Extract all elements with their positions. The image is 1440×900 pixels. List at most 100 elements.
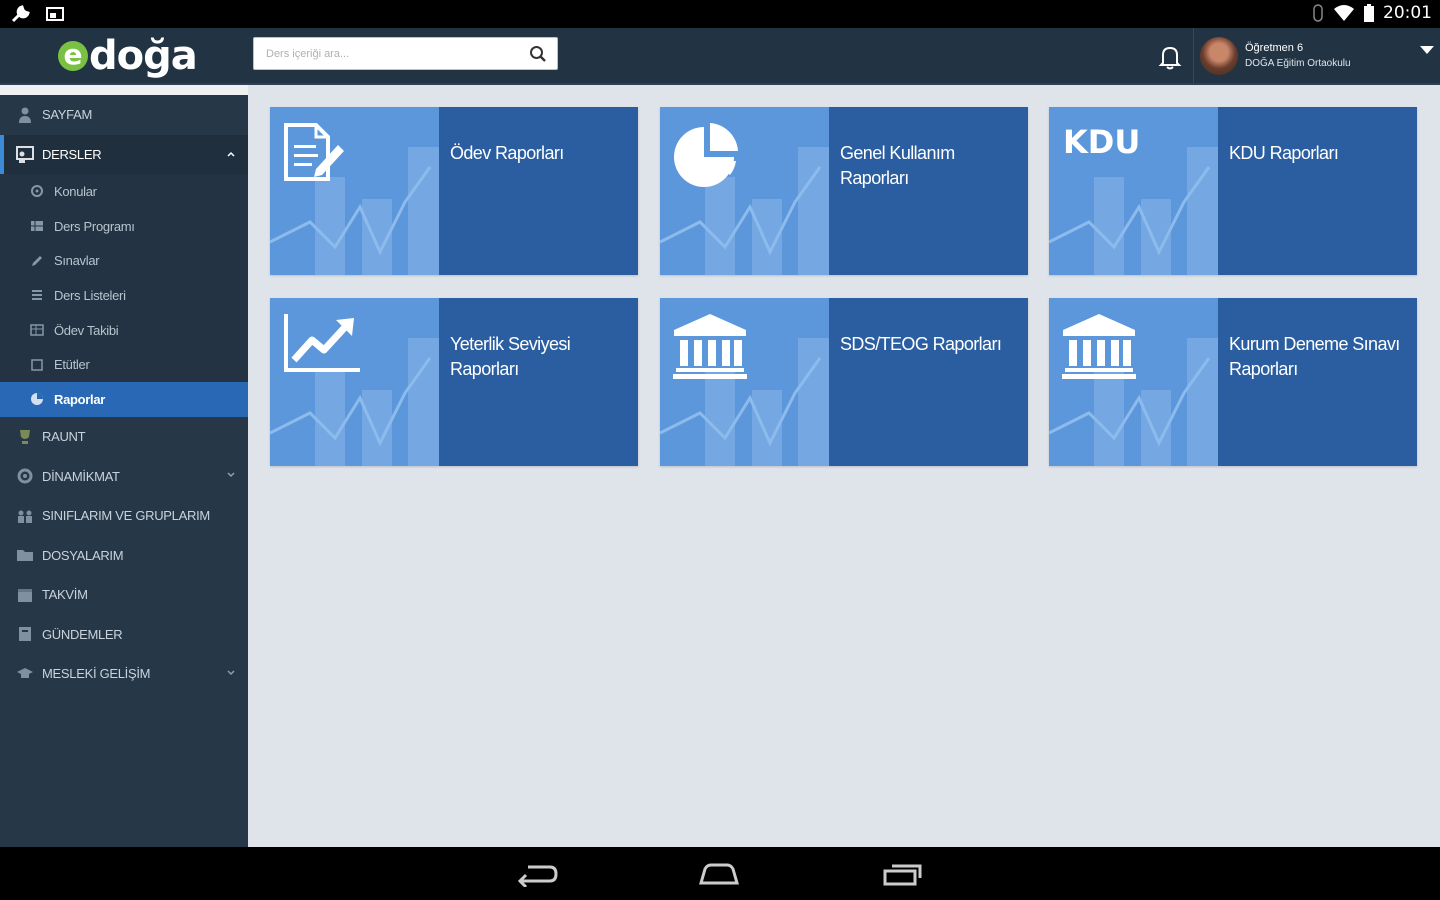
sidebar-item-mesleki-gelisim[interactable]: MESLEKİ GELİŞİM: [0, 654, 248, 694]
sidebar-item-label: DERSLER: [42, 146, 102, 162]
sidebar-subitem-label: Ders Programı: [54, 218, 135, 234]
search-input[interactable]: [254, 38, 514, 69]
graduation-icon: [17, 667, 33, 678]
sidebar-item-label: MESLEKİ GELİŞİM: [42, 666, 151, 682]
chevron-down-icon[interactable]: [1420, 46, 1434, 54]
screenshot-icon: [46, 7, 64, 21]
gear-icon: [17, 468, 33, 484]
chevron-down-icon[interactable]: [226, 470, 236, 480]
sidebar-subitem-sinavlar[interactable]: Sınavlar: [0, 243, 248, 279]
sidebar-item-label: GÜNDEMLER: [42, 626, 123, 642]
grid-icon: [31, 221, 43, 232]
sidebar-subitem-label: Konular: [54, 183, 97, 199]
institution-icon: [1062, 314, 1136, 379]
card-art: [270, 298, 439, 466]
sidebar-subitem-label: Raporlar: [54, 391, 106, 407]
gear-icon: [31, 185, 43, 198]
card-title: SDS/TEOG Raporları: [840, 334, 1002, 354]
recent-apps-icon[interactable]: [882, 861, 924, 887]
card-sds-teog-raporlari[interactable]: SDS/TEOG Raporları: [660, 298, 1028, 466]
user-menu[interactable]: Öğretmen 6 DOĞA Eğitim Ortaokulu: [1200, 37, 1351, 75]
sidebar-subitem-raporlar[interactable]: Raporlar: [0, 382, 248, 417]
battery-icon: [1364, 4, 1374, 22]
card-art: [660, 107, 829, 275]
calendar-icon: [18, 588, 32, 602]
wrench-icon: [11, 5, 30, 23]
sidebar-item-dosyalarim[interactable]: DOSYALARIM: [0, 535, 248, 575]
card-yeterlik-seviyesi-raporlari[interactable]: Yeterlik Seviyesi Raporları: [270, 298, 638, 466]
square-icon: [31, 359, 43, 371]
header-divider: [1193, 28, 1194, 83]
user-school: DOĞA Eğitim Ortaokulu: [1245, 58, 1351, 69]
main-content: Ödev Raporları Genel Kullanım Raporları: [248, 85, 1440, 847]
sidebar-subitem-ders-listeleri[interactable]: Ders Listeleri: [0, 278, 248, 313]
sidebar-item-label: TAKVİM: [42, 587, 88, 603]
sidebar-item-siniflarim[interactable]: SINIFLARIM VE GRUPLARIM: [0, 496, 248, 536]
sidebar-item-label: SAYFAM: [42, 107, 92, 123]
folder-icon: [17, 550, 33, 562]
card-art: KDU: [1049, 107, 1218, 275]
logo-text: doğa: [89, 33, 198, 79]
agenda-icon: [19, 627, 31, 642]
sidebar: SAYFAM DERSLER Konular Ders Programı Sın…: [0, 85, 248, 847]
sidebar-item-gundemler[interactable]: GÜNDEMLER: [0, 614, 248, 654]
trophy-icon: [20, 429, 30, 444]
sidebar-subitem-label: Ödev Takibi: [54, 322, 119, 338]
sidebar-item-label: DİNAMİKMAT: [42, 468, 120, 484]
kdu-badge: KDU: [1063, 123, 1141, 161]
card-art: [660, 298, 829, 466]
card-title: Genel Kullanım Raporları: [840, 141, 1022, 191]
wifi-icon: [1334, 5, 1354, 21]
search-icon[interactable]: [529, 45, 547, 63]
status-time: 20:01: [1383, 3, 1432, 23]
card-odev-raporlari[interactable]: Ödev Raporları: [270, 107, 638, 275]
card-title-line: Raporları: [450, 359, 519, 379]
card-title-line: Genel Kullanım: [840, 143, 955, 163]
list-icon: [32, 290, 42, 301]
status-bar: 20:01: [0, 0, 1440, 28]
sidebar-subitem-odev-takibi[interactable]: Ödev Takibi: [0, 312, 248, 348]
home-icon[interactable]: [697, 861, 741, 887]
sidebar-item-label: RAUNT: [42, 429, 86, 445]
card-art: [1049, 298, 1218, 466]
app-header: e doğa Öğretmen 6 DOĞA Eğitim Ortaokulu: [0, 28, 1440, 85]
institution-icon: [673, 314, 747, 379]
sidebar-item-dinamikmat[interactable]: DİNAMİKMAT: [0, 456, 248, 496]
card-title-line: Yeterlik Seviyesi: [450, 334, 571, 354]
pencil-icon: [32, 255, 42, 266]
document-edit-icon: [284, 123, 344, 181]
card-kdu-raporlari[interactable]: KDU KDU Raporları: [1049, 107, 1417, 275]
back-icon[interactable]: [516, 861, 558, 887]
sidebar-item-dersler[interactable]: DERSLER: [0, 134, 248, 174]
chevron-up-icon[interactable]: [226, 149, 236, 159]
card-title: Ödev Raporları: [450, 143, 564, 163]
lessons-icon: [16, 146, 34, 164]
card-title-line: Kurum Deneme Sınavı: [1229, 334, 1400, 354]
sidebar-subitem-konular[interactable]: Konular: [0, 174, 248, 209]
table-icon: [30, 324, 44, 336]
system-nav-bar: [0, 847, 1440, 900]
sidebar-item-takvim[interactable]: TAKVİM: [0, 575, 248, 615]
avatar: [1200, 37, 1238, 75]
user-name: Öğretmen 6: [1245, 42, 1304, 54]
chevron-down-icon[interactable]: [226, 668, 236, 678]
card-title: Yeterlik Seviyesi Raporları: [450, 332, 632, 382]
pie-chart-icon: [674, 123, 738, 187]
card-kurum-deneme-sinavi-raporlari[interactable]: Kurum Deneme Sınavı Raporları: [1049, 298, 1417, 466]
sidebar-subitem-etutler[interactable]: Etütler: [0, 347, 248, 383]
card-title: KDU Raporları: [1229, 143, 1339, 163]
sidebar-subitem-ders-programi[interactable]: Ders Programı: [0, 208, 248, 244]
card-art: [270, 107, 439, 275]
group-icon: [18, 510, 32, 523]
sidebar-subitem-label: Sınavlar: [54, 253, 100, 269]
card-title-line: Raporları: [840, 168, 909, 188]
sidebar-item-raunt[interactable]: RAUNT: [0, 417, 248, 457]
sidebar-item-sayfam[interactable]: SAYFAM: [0, 95, 248, 135]
sidebar-item-label: SINIFLARIM VE GRUPLARIM: [42, 508, 210, 524]
app-logo[interactable]: e doğa: [58, 32, 198, 80]
card-title-line: Raporları: [1229, 359, 1298, 379]
card-title: Kurum Deneme Sınavı Raporları: [1229, 332, 1411, 382]
search-box: [253, 37, 558, 70]
card-genel-kullanim-raporlari[interactable]: Genel Kullanım Raporları: [660, 107, 1028, 275]
notification-bell-icon[interactable]: [1158, 44, 1182, 70]
